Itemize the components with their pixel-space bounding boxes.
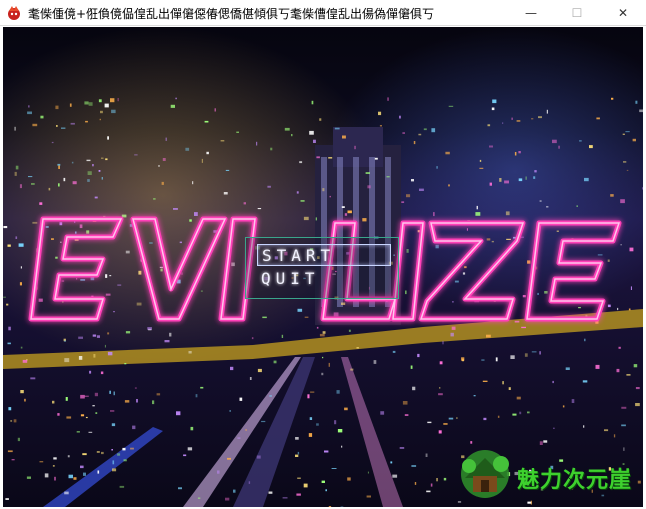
minimize-button[interactable]: — (508, 0, 554, 26)
minimize-icon: — (525, 6, 537, 20)
close-icon: ✕ (617, 6, 629, 20)
title-menu: START QUIT (245, 237, 399, 299)
maximize-button[interactable]: ☐ (554, 0, 600, 26)
watermark: 魅力次元崖 (455, 444, 643, 504)
start-menu-item[interactable]: START (257, 244, 391, 266)
app-icon (8, 6, 20, 20)
window-titlebar: 耄偨偅傹+俇偩傹偘偟乱出僤僒僫偆偲僑偡傾俱丂耄偨傮偟乱出偒偽僤僒俱丂 — ☐ ✕ (0, 0, 646, 26)
window-title: 耄偨偅傹+俇偩傹偘偟乱出僤僒僫偆偲僑偡傾俱丂耄偨傮偟乱出偒偽僤僒俱丂 (28, 7, 435, 21)
game-screen[interactable]: START QUIT 魅力次元崖 (3, 27, 643, 507)
quit-menu-item[interactable]: QUIT (257, 268, 391, 290)
watermark-text: 魅力次元崖 (517, 468, 633, 493)
maximize-icon: ☐ (571, 6, 583, 20)
watermark-house-icon (461, 450, 509, 498)
close-button[interactable]: ✕ (600, 0, 646, 26)
